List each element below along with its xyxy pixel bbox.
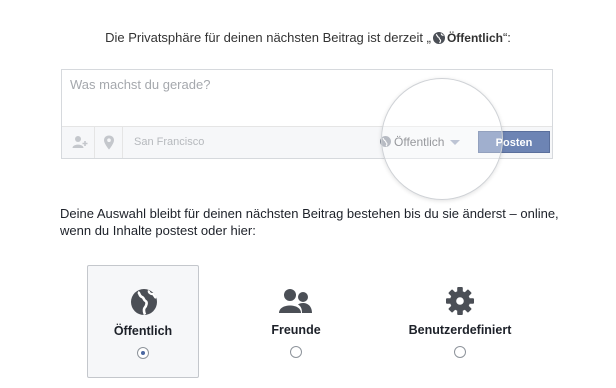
option-public[interactable]: Öffentlich	[87, 265, 199, 378]
status-input[interactable]: Was machst du gerade?	[70, 77, 210, 92]
magnifier-highlight	[381, 78, 503, 200]
option-label: Öffentlich	[113, 324, 173, 338]
friends-icon	[279, 289, 312, 313]
option-label: Benutzerdefiniert	[408, 323, 512, 337]
intro-privacy-value: Öffentlich	[446, 31, 503, 45]
globe-icon	[432, 32, 445, 44]
location-pin-icon[interactable]	[103, 135, 115, 150]
option-friends[interactable]: Freunde	[240, 265, 352, 378]
tag-friends-icon[interactable]	[72, 135, 88, 149]
toolbar-divider	[94, 127, 95, 158]
globe-icon	[131, 289, 157, 316]
privacy-intro-text: Die Privatsphäre für deinen nächsten Bei…	[0, 30, 616, 45]
radio-button[interactable]	[290, 346, 302, 358]
gear-icon	[446, 287, 474, 315]
intro-suffix: “:	[502, 30, 511, 45]
privacy-description: Deine Auswahl bleibt für deinen nächsten…	[60, 206, 559, 238]
option-label: Freunde	[271, 323, 321, 337]
location-field[interactable]: San Francisco	[134, 136, 204, 148]
option-custom[interactable]: Benutzerdefiniert	[404, 265, 516, 378]
toolbar-divider	[122, 127, 123, 158]
radio-button[interactable]	[137, 347, 149, 359]
radio-button[interactable]	[454, 346, 466, 358]
intro-prefix: Die Privatsphäre für deinen nächsten Bei…	[105, 30, 431, 45]
